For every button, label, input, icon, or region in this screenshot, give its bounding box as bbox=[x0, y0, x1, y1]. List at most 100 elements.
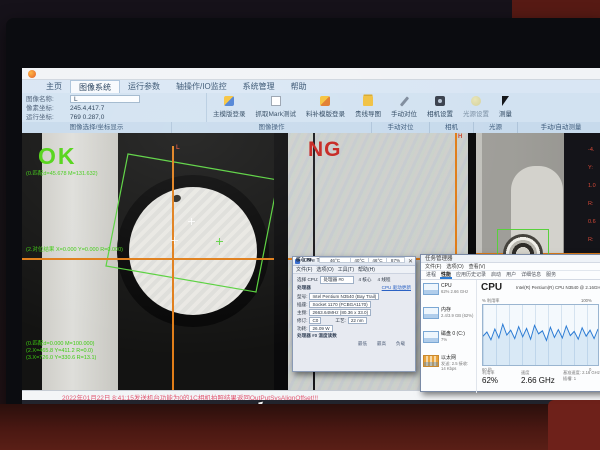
camera-view-left: L OK (0.匹配d=45.678 M=131.632) (2.对位结果 X=… bbox=[22, 133, 274, 390]
group-image-ops: 图像操作 bbox=[172, 122, 372, 133]
threads-count: 4 线程 bbox=[377, 277, 390, 283]
light-settings-button[interactable]: 光源设置 bbox=[459, 94, 493, 121]
target-cross bbox=[171, 237, 178, 244]
mini-graph-icon bbox=[423, 307, 439, 319]
menu-item[interactable]: 文件(F) bbox=[296, 266, 312, 273]
result-annotations: (0.匹配d=0.000 M=100.000)(2.X=465.8 Y=411.… bbox=[26, 341, 96, 362]
image-name-select[interactable]: L bbox=[70, 95, 140, 103]
model-label: 型号: bbox=[297, 294, 307, 300]
core-temp-menu-bar: 文件(F) 选项(O) 工具(T) 帮助(H) bbox=[293, 266, 415, 274]
core-temp-window: Core Temp 1.15 ✕ 文件(F)选项(O)工具(T)帮助(H) 选择… bbox=[292, 256, 416, 372]
main-template-login-button[interactable]: 主模版登录 bbox=[209, 94, 250, 121]
cpu-graph-svg bbox=[483, 305, 598, 365]
task-manager-tab[interactable]: 进程 bbox=[425, 271, 437, 279]
readout-value: -4. bbox=[588, 146, 596, 154]
measure-button[interactable]: 测量 bbox=[495, 94, 516, 121]
camera-icon bbox=[435, 96, 445, 106]
ribbon-tab-bar: 主页 图像系统 运行参数 轴操作/IO监控 系统管理 帮助 bbox=[22, 80, 600, 93]
cpu-select[interactable]: 处理器 #0 bbox=[320, 276, 354, 284]
menu-item[interactable]: 文件(F) bbox=[425, 263, 441, 270]
menu-item[interactable]: 选项(O) bbox=[446, 263, 463, 270]
ribbon-group-labels: 图像选择/坐标显示 图像操作 手动对位 相机 光源 手动/自动测量 bbox=[22, 122, 600, 133]
readout-value: 0.6 bbox=[588, 218, 596, 226]
readout-value: R: bbox=[588, 236, 596, 244]
run-coord-label: 运行坐标: bbox=[26, 113, 70, 122]
group-light: 光源 bbox=[474, 122, 518, 133]
image-info-panel: 图像名称:L 像素坐标:245.4,417.7 运行坐标:769 0.287,0 bbox=[22, 93, 207, 122]
bulb-icon bbox=[471, 96, 481, 106]
task-manager-title-bar[interactable]: 任务管理器 bbox=[421, 255, 600, 263]
task-manager-menu-bar: 文件(F) 选项(O) 查看(V) bbox=[421, 263, 600, 271]
result-ng: NG bbox=[308, 139, 342, 160]
speed-value: 2.66 GHz bbox=[521, 376, 555, 385]
sidebar-item-detail: 7% bbox=[441, 337, 465, 342]
wrench-icon bbox=[399, 96, 409, 106]
page-icon bbox=[271, 96, 281, 106]
readout-value: 1.0 bbox=[588, 182, 596, 190]
tab-image-system[interactable]: 图像系统 bbox=[70, 80, 120, 93]
crosshair-vertical bbox=[172, 146, 174, 390]
col-max: 最高 bbox=[372, 341, 391, 347]
tab-help[interactable]: 帮助 bbox=[283, 80, 315, 93]
sidebar-item[interactable]: 内存 2.4/3.9 GB (62%) bbox=[421, 306, 476, 330]
sidebar-item-detail: 发送: 2.5 接收: 14 Kbps bbox=[441, 361, 474, 371]
sidebar-item-detail: 2.4/3.9 GB (62%) bbox=[441, 313, 473, 318]
core-temp-row: 核心 #3 46°C 40°C 46°C 87% bbox=[297, 257, 411, 263]
readout-value: R: bbox=[588, 200, 596, 208]
match-annotation: (0.匹配d=45.678 M=131.632) bbox=[26, 171, 98, 178]
task-manager-tab[interactable]: 应用历史记录 bbox=[455, 271, 487, 279]
tab-home[interactable]: 主页 bbox=[38, 80, 70, 93]
core-load: 87% bbox=[386, 257, 405, 263]
refill-template-login-button[interactable]: 料补模版登录 bbox=[302, 94, 349, 121]
group-manual-align: 手动对位 bbox=[372, 122, 430, 133]
run-coord-value: 769 0.287,0 bbox=[70, 113, 104, 122]
pixel-coord-label: 像素坐标: bbox=[26, 104, 70, 113]
select-cpu-label: 选择 CPU: bbox=[297, 277, 318, 283]
cpu-utilization-graph bbox=[482, 304, 599, 366]
menu-item[interactable]: 帮助(H) bbox=[358, 266, 375, 273]
task-manager-tab[interactable]: 性能 bbox=[440, 271, 452, 279]
col-load: 负载 bbox=[391, 341, 410, 347]
mini-graph-icon bbox=[423, 355, 439, 367]
task-manager-tab[interactable]: 服务 bbox=[545, 271, 557, 279]
red-cloth bbox=[548, 400, 600, 450]
sidebar-item[interactable]: 以太网 发送: 2.5 接收: 14 Kbps bbox=[421, 354, 476, 378]
wire-guide-button[interactable]: 贵线导图 bbox=[351, 94, 385, 121]
axis-label-left: L bbox=[176, 145, 180, 151]
sidebar-item-detail: 62% 2.66 GHz bbox=[441, 289, 468, 294]
sidebar-item[interactable]: CPU 62% 2.66 GHz bbox=[421, 282, 476, 306]
task-manager-tab[interactable]: 启动 bbox=[490, 271, 502, 279]
pixel-coord-value: 245.4,417.7 bbox=[70, 104, 104, 113]
base-speed-label: 基准速度: bbox=[563, 370, 581, 375]
photo-of-monitor: 主页 图像系统 运行参数 轴操作/IO监控 系统管理 帮助 图像名称:L 像素坐… bbox=[0, 0, 600, 450]
camera-settings-button[interactable]: 相机设置 bbox=[423, 94, 457, 121]
tab-run-params[interactable]: 运行参数 bbox=[120, 80, 168, 93]
mini-graph-icon bbox=[423, 283, 439, 295]
socket-label: 插座: bbox=[297, 302, 307, 308]
center-cross bbox=[188, 218, 195, 225]
sockets-label: 插槽: bbox=[563, 376, 573, 381]
desk-surface bbox=[0, 404, 600, 450]
menu-item[interactable]: 选项(O) bbox=[316, 266, 333, 273]
ribbon: 图像名称:L 像素坐标:245.4,417.7 运行坐标:769 0.287,0… bbox=[22, 93, 600, 122]
mini-graph-icon bbox=[423, 331, 439, 343]
crosshair-horizontal bbox=[22, 258, 274, 260]
core-max: 46°C bbox=[368, 257, 387, 263]
group-measure: 手动/自动测量 bbox=[518, 122, 600, 133]
menu-item[interactable]: 工具(T) bbox=[338, 266, 354, 273]
task-manager-tab[interactable]: 详细信息 bbox=[520, 271, 542, 279]
driver-update-link[interactable]: CPU 驱动更新 bbox=[382, 285, 411, 291]
process-label: 工艺: bbox=[335, 318, 345, 324]
tab-system-mgmt[interactable]: 系统管理 bbox=[235, 80, 283, 93]
grab-mark-test-button[interactable]: 抓取Mark测试 bbox=[252, 94, 300, 121]
core-name: 核心 #3 bbox=[296, 257, 320, 263]
sidebar-item[interactable]: 磁盘 0 (C:) 7% bbox=[421, 330, 476, 354]
readout-value: Y: bbox=[588, 164, 596, 172]
tab-axis-io[interactable]: 轴操作/IO监控 bbox=[168, 80, 235, 93]
task-manager-tab[interactable]: 用户 bbox=[505, 271, 517, 279]
menu-item[interactable]: 查看(V) bbox=[469, 263, 486, 270]
group-image-select[interactable]: 图像选择/坐标显示 bbox=[22, 122, 172, 133]
manual-align-button[interactable]: 手动对位 bbox=[387, 94, 421, 121]
align-annotation: (2.对位结果 X=0.000 Y=0.000 R=0.000) bbox=[26, 247, 123, 254]
core-min: 40°C bbox=[350, 257, 369, 263]
